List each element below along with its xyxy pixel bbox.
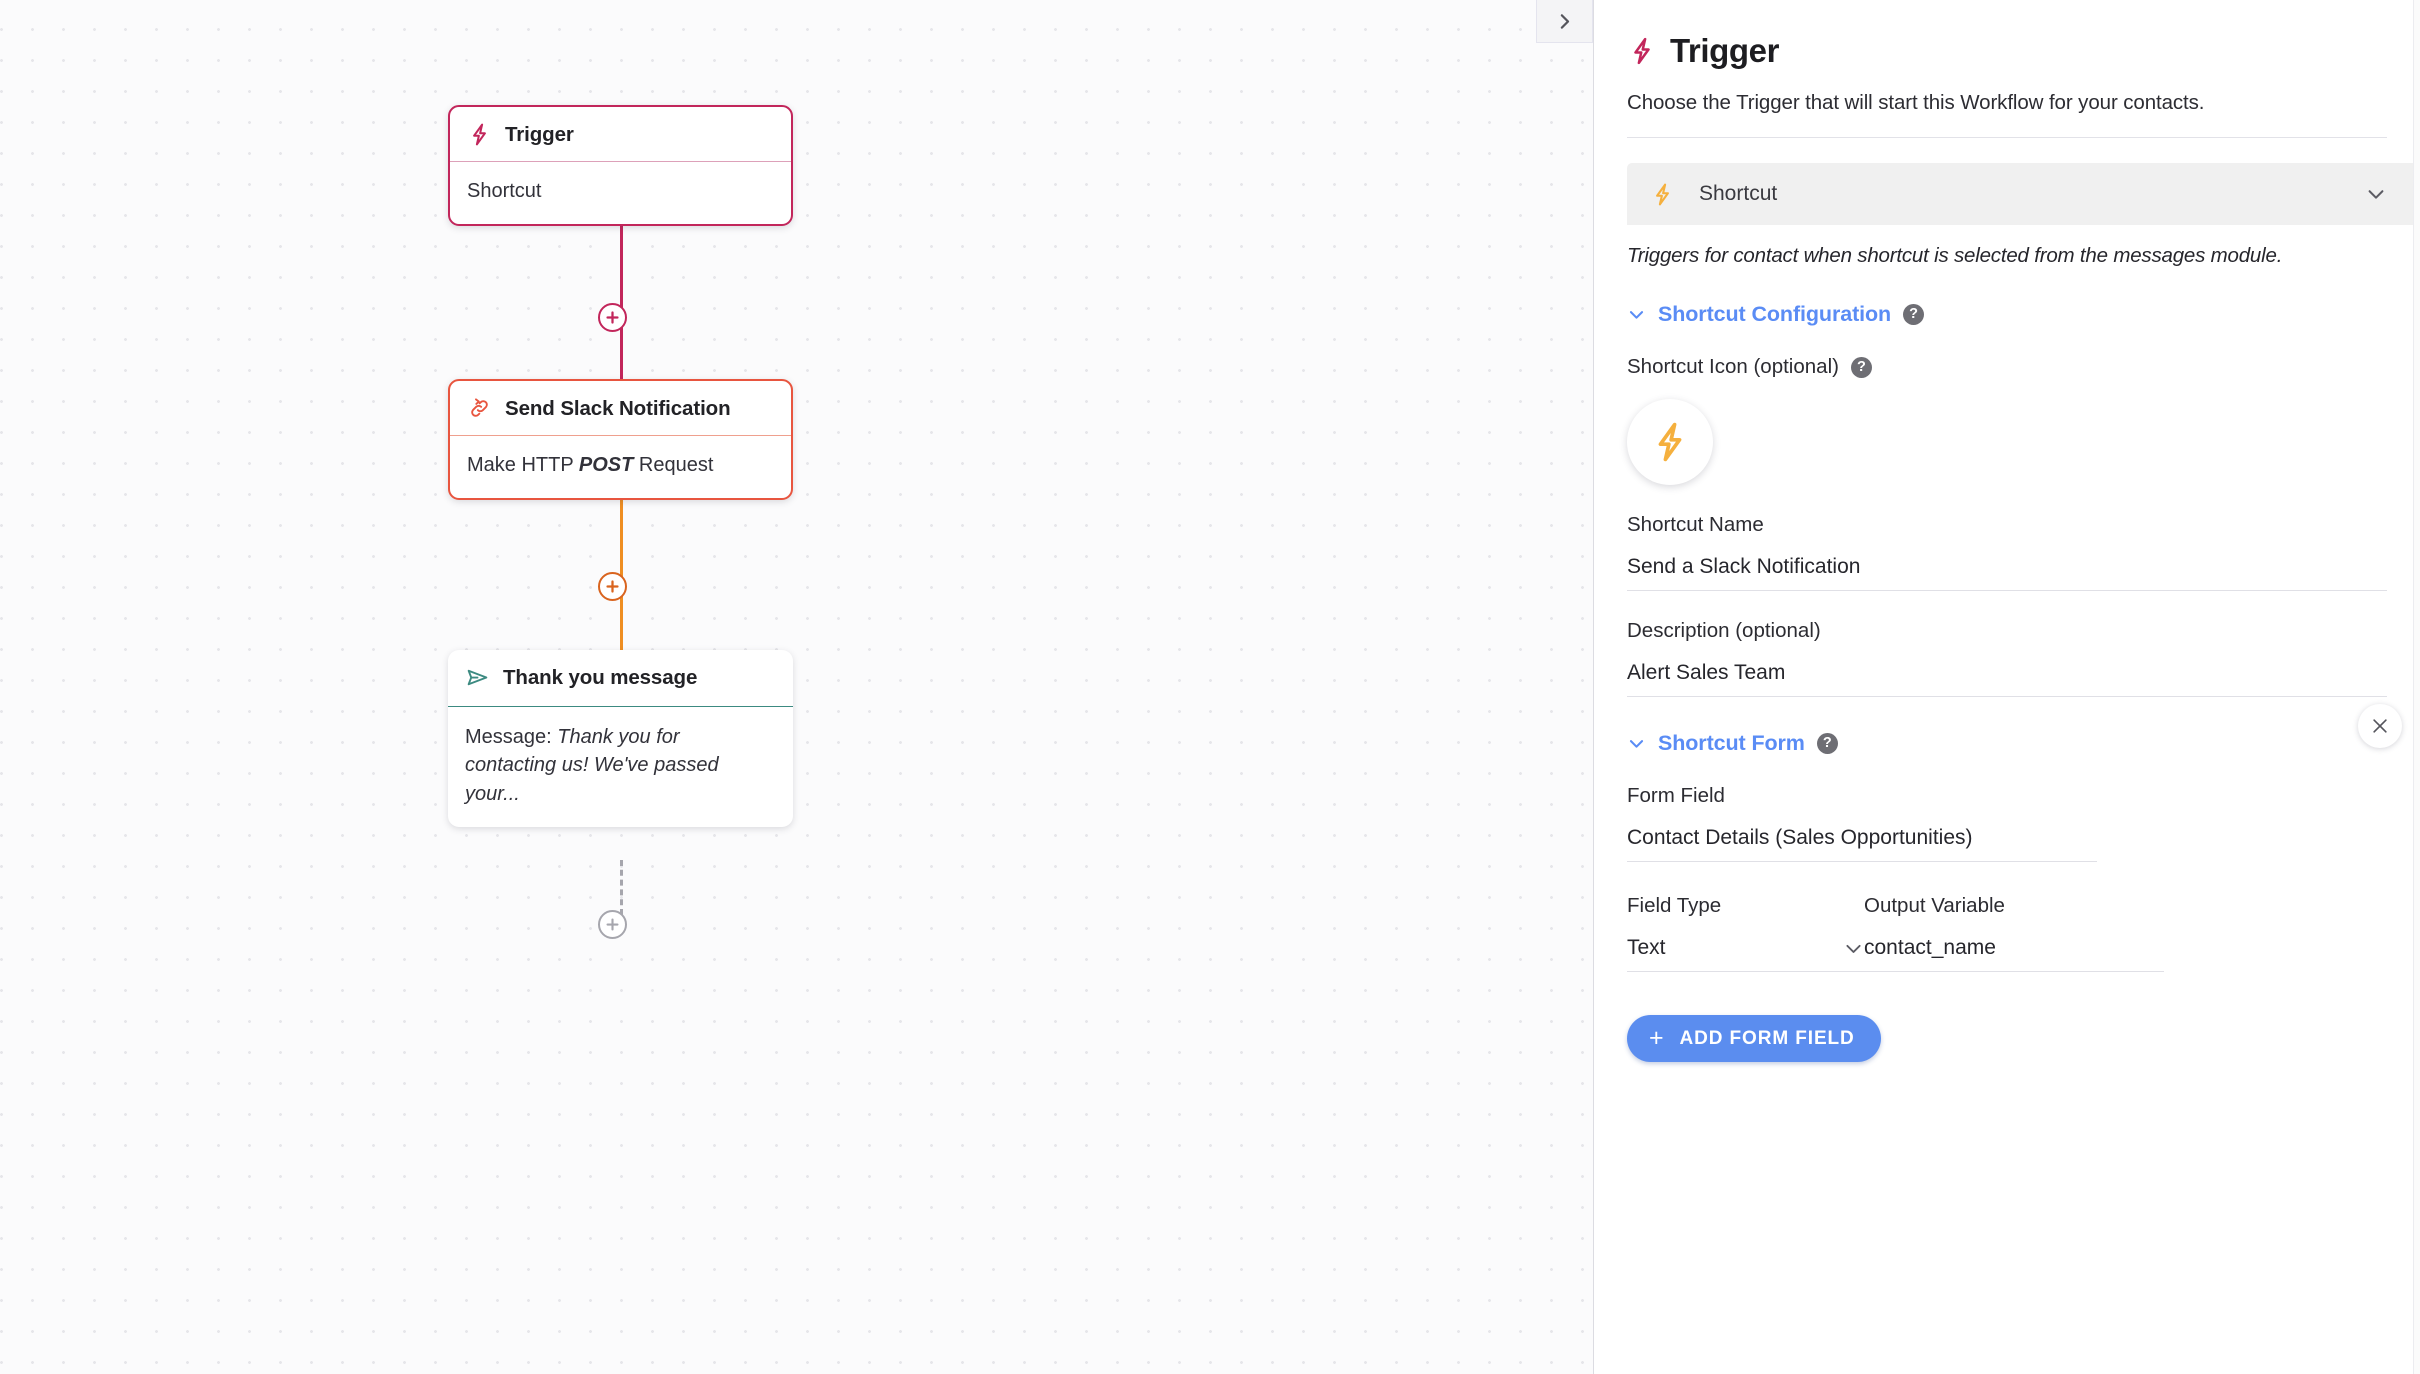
- field-label-text: Shortcut Name: [1627, 513, 1764, 536]
- lightning-bolt-icon: [1658, 422, 1682, 462]
- node-subtitle: Make HTTP POST Request: [450, 436, 791, 498]
- add-step-button-3[interactable]: [598, 910, 627, 939]
- workflow-node-thank-you-message[interactable]: Thank you message Message: Thank you for…: [448, 650, 793, 828]
- shortcut-icon-label: Shortcut Icon (optional) ?: [1627, 355, 2387, 379]
- node-title: Trigger: [505, 122, 574, 146]
- lightning-bolt-icon: [473, 123, 486, 146]
- help-icon[interactable]: ?: [1903, 304, 1925, 325]
- panel-header: Trigger: [1627, 32, 2387, 70]
- field-label-text: Field Type: [1627, 894, 1722, 917]
- chevron-down-icon: [1846, 944, 1861, 953]
- node-subtitle-prefix: Make HTTP: [467, 454, 579, 476]
- trigger-description: Triggers for contact when shortcut is se…: [1627, 244, 2283, 267]
- field-label-text: Description (optional): [1627, 619, 1821, 642]
- lightning-bolt-icon: [1656, 183, 1669, 205]
- node-header: Thank you message: [448, 650, 793, 707]
- panel-collapse-toggle[interactable]: [1536, 0, 1593, 43]
- shortcut-name-input[interactable]: Send a Slack Notification: [1627, 555, 2387, 591]
- field-type-select[interactable]: Text: [1627, 936, 1864, 972]
- node-subtitle: Message: Thank you for contacting us! We…: [448, 707, 793, 827]
- workflow-builder: Trigger Shortcut Send Slack Notification…: [0, 0, 2420, 1374]
- shortcut-name-label: Shortcut Name: [1627, 513, 2387, 537]
- remove-form-field-button[interactable]: [2358, 704, 2402, 748]
- chevron-down-icon: [1629, 311, 1644, 319]
- node-title: Thank you message: [503, 665, 698, 689]
- close-icon: [2373, 719, 2387, 733]
- add-step-button-1[interactable]: [598, 303, 627, 332]
- field-label-text: Output Variable: [1864, 894, 2005, 917]
- add-form-field-label: ADD FORM FIELD: [1679, 1027, 1855, 1049]
- field-type-column: Field Type Text: [1627, 866, 1864, 972]
- section-shortcut-configuration[interactable]: Shortcut Configuration ?: [1627, 302, 2387, 327]
- output-variable-input[interactable]: contact_name: [1864, 936, 2164, 972]
- form-field-label: Form Field: [1627, 784, 2387, 808]
- workflow-node-send-slack-notification[interactable]: Send Slack Notification Make HTTP POST R…: [448, 379, 793, 501]
- node-header: Trigger: [450, 107, 791, 162]
- section-shortcut-form[interactable]: Shortcut Form ?: [1627, 731, 2387, 756]
- form-field-input[interactable]: Contact Details (Sales Opportunities): [1627, 826, 2097, 862]
- node-title: Send Slack Notification: [505, 396, 731, 420]
- description-label: Description (optional): [1627, 619, 2387, 643]
- divider: [1627, 137, 2387, 138]
- node-subtitle-suffix: Request: [633, 454, 714, 476]
- chevron-right-icon: [1560, 13, 1570, 29]
- plus-icon: +: [1649, 1024, 1665, 1052]
- trigger-type-value: Shortcut: [1699, 182, 1778, 205]
- node-header: Send Slack Notification: [450, 381, 791, 436]
- connector-thanks-to-end: [620, 860, 623, 915]
- chevron-down-icon: [2368, 190, 2384, 199]
- plus-icon: [606, 918, 619, 931]
- help-icon[interactable]: ?: [1816, 733, 1838, 754]
- add-form-field-button[interactable]: + ADD FORM FIELD: [1627, 1015, 1881, 1062]
- section-label: Shortcut Form: [1658, 731, 1805, 755]
- plus-icon: [606, 580, 619, 593]
- plus-icon: [606, 311, 619, 324]
- field-type-label: Field Type: [1627, 894, 1864, 918]
- workflow-node-trigger[interactable]: Trigger Shortcut: [448, 105, 793, 227]
- page-title: Trigger: [1670, 32, 1780, 69]
- panel-subtitle: Choose the Trigger that will start this …: [1627, 91, 2205, 114]
- chevron-down-icon: [1629, 740, 1644, 748]
- field-type-value: Text: [1627, 936, 1666, 959]
- link-chain-icon: [471, 398, 488, 417]
- node-subtitle-prefix: Message:: [465, 726, 558, 748]
- workflow-canvas[interactable]: Trigger Shortcut Send Slack Notification…: [0, 0, 1593, 1374]
- node-subtitle-emphasis: POST: [578, 454, 634, 476]
- panel-scrollbar[interactable]: [2413, 0, 2420, 1374]
- send-paper-plane-icon: [467, 669, 488, 686]
- form-field-options-row: Field Type Text Output Variable contact_…: [1627, 866, 2387, 972]
- description-input[interactable]: Alert Sales Team: [1627, 661, 2387, 697]
- help-icon[interactable]: ?: [1850, 356, 1872, 378]
- field-label-text: Shortcut Icon (optional): [1627, 355, 1839, 378]
- trigger-type-select[interactable]: Shortcut: [1627, 163, 2420, 225]
- output-variable-column: Output Variable contact_name: [1864, 866, 2164, 972]
- lightning-bolt-icon: [1634, 37, 1650, 65]
- add-step-button-2[interactable]: [598, 572, 627, 601]
- field-label-text: Form Field: [1627, 784, 1725, 807]
- section-label: Shortcut Configuration: [1658, 302, 1892, 326]
- trigger-settings-panel: Trigger Choose the Trigger that will sta…: [1593, 0, 2420, 1374]
- node-subtitle: Shortcut: [467, 180, 542, 202]
- output-variable-label: Output Variable: [1864, 894, 2164, 918]
- shortcut-icon-picker[interactable]: [1627, 399, 1713, 485]
